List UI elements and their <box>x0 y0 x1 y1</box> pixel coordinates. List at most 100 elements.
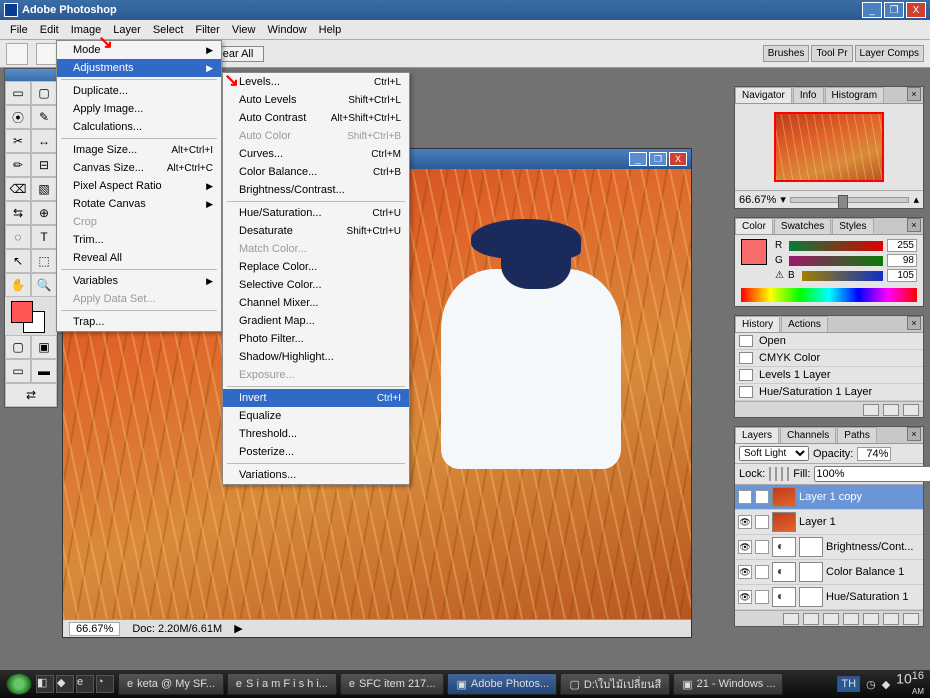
adjust-menu-item-6[interactable]: Brightness/Contrast... <box>223 181 409 199</box>
image-menu-item-5[interactable]: Calculations... <box>57 118 221 136</box>
doc-maximize-button[interactable]: ❐ <box>649 152 667 166</box>
zoom-out-icon[interactable]: ▾ <box>780 193 786 206</box>
tray-icon[interactable]: ◆ <box>882 678 890 691</box>
tab-styles[interactable]: Styles <box>832 218 873 234</box>
zoom-in-icon[interactable]: ▴ <box>913 193 919 206</box>
adjust-menu-item-4[interactable]: Curves...Ctrl+M <box>223 145 409 163</box>
tool-2[interactable]: ⦿ <box>5 105 31 129</box>
lock-pixels-icon[interactable] <box>775 467 777 481</box>
panel-close-icon[interactable]: × <box>907 427 921 441</box>
adjust-menu-item-9[interactable]: DesaturateShift+Ctrl+U <box>223 222 409 240</box>
image-menu-item-0[interactable]: Mode▶ <box>57 41 221 59</box>
layer-thumbnail[interactable] <box>772 512 796 532</box>
g-slider[interactable] <box>789 256 883 266</box>
tool-8[interactable]: ⌫ <box>5 177 31 201</box>
tab-channels[interactable]: Channels <box>780 427 836 443</box>
history-state[interactable]: Open <box>735 333 923 350</box>
tab-histogram[interactable]: Histogram <box>825 87 885 103</box>
screen-mode-standard[interactable]: ▭ <box>5 359 31 383</box>
tab-swatches[interactable]: Swatches <box>774 218 831 234</box>
menu-window[interactable]: Window <box>262 22 313 38</box>
tool-12[interactable]: ◌ <box>5 225 31 249</box>
layer-delete-icon[interactable] <box>903 613 919 625</box>
tool-7[interactable]: ⊟ <box>31 153 57 177</box>
tool-1[interactable]: ▢ <box>31 81 57 105</box>
taskbar-button[interactable]: ▣21 - Windows ... <box>673 673 783 695</box>
taskbar-button[interactable]: ▢D:\ใบไม้เปลี่ยนสี <box>560 673 670 695</box>
current-tool-icon[interactable] <box>6 43 28 65</box>
layer-link-slot[interactable] <box>755 515 769 529</box>
tray-icon[interactable]: ◷ <box>866 678 876 691</box>
layer-name[interactable]: Color Balance 1 <box>826 566 904 578</box>
tool-4[interactable]: ✂ <box>5 129 31 153</box>
fill-field[interactable] <box>814 466 930 482</box>
palette-well-layer-comps[interactable]: Layer Comps <box>855 45 924 62</box>
taskbar-button[interactable]: eSFC item 217... <box>340 673 445 695</box>
tab-navigator[interactable]: Navigator <box>735 87 792 103</box>
color-picker-fg-bg[interactable] <box>5 297 57 335</box>
layer-row[interactable]: 👁Layer 1 copy <box>735 485 923 510</box>
adjust-menu-item-14[interactable]: Gradient Map... <box>223 312 409 330</box>
layer-link-slot[interactable] <box>755 565 769 579</box>
image-menu-item-12[interactable]: Trim... <box>57 231 221 249</box>
brush-preset-icon[interactable] <box>36 43 58 65</box>
history-state[interactable]: Levels 1 Layer <box>735 367 923 384</box>
image-menu-item-4[interactable]: Apply Image... <box>57 100 221 118</box>
navigator-thumbnail[interactable] <box>774 112 884 182</box>
navigator-zoom-value[interactable]: 66.67% <box>739 194 776 206</box>
screen-mode-full[interactable]: ▬ <box>31 359 57 383</box>
layer-thumbnail[interactable] <box>772 487 796 507</box>
language-indicator[interactable]: TH <box>837 676 860 692</box>
layer-group-icon[interactable] <box>863 613 879 625</box>
adjust-menu-item-16[interactable]: Shadow/Highlight... <box>223 348 409 366</box>
layer-style-icon[interactable] <box>803 613 819 625</box>
navigator-zoom-slider[interactable] <box>790 197 910 203</box>
minimize-button[interactable]: _ <box>862 2 882 18</box>
start-button[interactable] <box>6 673 32 695</box>
history-state[interactable]: Hue/Saturation 1 Layer <box>735 384 923 401</box>
tool-16[interactable]: ✋ <box>5 273 31 297</box>
r-value-field[interactable] <box>887 239 917 252</box>
image-menu-item-18[interactable]: Trap... <box>57 313 221 331</box>
adjust-menu-item-13[interactable]: Channel Mixer... <box>223 294 409 312</box>
history-state[interactable]: CMYK Color <box>735 350 923 367</box>
menu-filter[interactable]: Filter <box>189 22 225 38</box>
layer-mask-thumbnail[interactable] <box>799 537 823 557</box>
adjust-menu-item-15[interactable]: Photo Filter... <box>223 330 409 348</box>
panel-close-icon[interactable]: × <box>907 316 921 330</box>
lock-position-icon[interactable] <box>781 467 783 481</box>
menu-file[interactable]: File <box>4 22 34 38</box>
layer-name[interactable]: Brightness/Cont... <box>826 541 913 553</box>
quicklaunch-icon[interactable]: ◔ <box>96 675 114 693</box>
layer-visibility-icon[interactable]: 👁 <box>738 515 752 529</box>
image-menu-item-15[interactable]: Variables▶ <box>57 272 221 290</box>
image-menu-item-9[interactable]: Pixel Aspect Ratio▶ <box>57 177 221 195</box>
layer-visibility-icon[interactable]: 👁 <box>738 540 752 554</box>
layer-link-icon[interactable] <box>783 613 799 625</box>
tab-layers[interactable]: Layers <box>735 427 779 443</box>
taskbar-button[interactable]: eS i a m F i s h i... <box>227 673 337 695</box>
tool-11[interactable]: ⊕ <box>31 201 57 225</box>
taskbar-button[interactable]: ▣Adobe Photos... <box>447 673 557 695</box>
menu-view[interactable]: View <box>226 22 262 38</box>
maximize-button[interactable]: ❐ <box>884 2 904 18</box>
menu-select[interactable]: Select <box>147 22 190 38</box>
adjust-menu-item-1[interactable]: Auto LevelsShift+Ctrl+L <box>223 91 409 109</box>
layer-link-slot[interactable] <box>755 490 769 504</box>
menu-edit[interactable]: Edit <box>34 22 65 38</box>
history-new-doc-icon[interactable] <box>883 404 899 416</box>
toolbox-header[interactable] <box>5 69 57 81</box>
layer-visibility-icon[interactable]: 👁 <box>738 490 752 504</box>
doc-info-arrow-icon[interactable]: ▶ <box>234 622 242 635</box>
layer-row[interactable]: 👁Hue/Saturation 1 <box>735 585 923 610</box>
adjust-menu-item-19[interactable]: InvertCtrl+I <box>223 389 409 407</box>
history-new-snapshot-icon[interactable] <box>863 404 879 416</box>
tool-5[interactable]: ↔ <box>31 129 57 153</box>
adjust-menu-item-22[interactable]: Posterize... <box>223 443 409 461</box>
tool-17[interactable]: 🔍 <box>31 273 57 297</box>
tool-13[interactable]: T <box>31 225 57 249</box>
tool-0[interactable]: ▭ <box>5 81 31 105</box>
image-menu-item-13[interactable]: Reveal All <box>57 249 221 267</box>
adjust-menu-item-11[interactable]: Replace Color... <box>223 258 409 276</box>
layer-name[interactable]: Hue/Saturation 1 <box>826 591 909 603</box>
